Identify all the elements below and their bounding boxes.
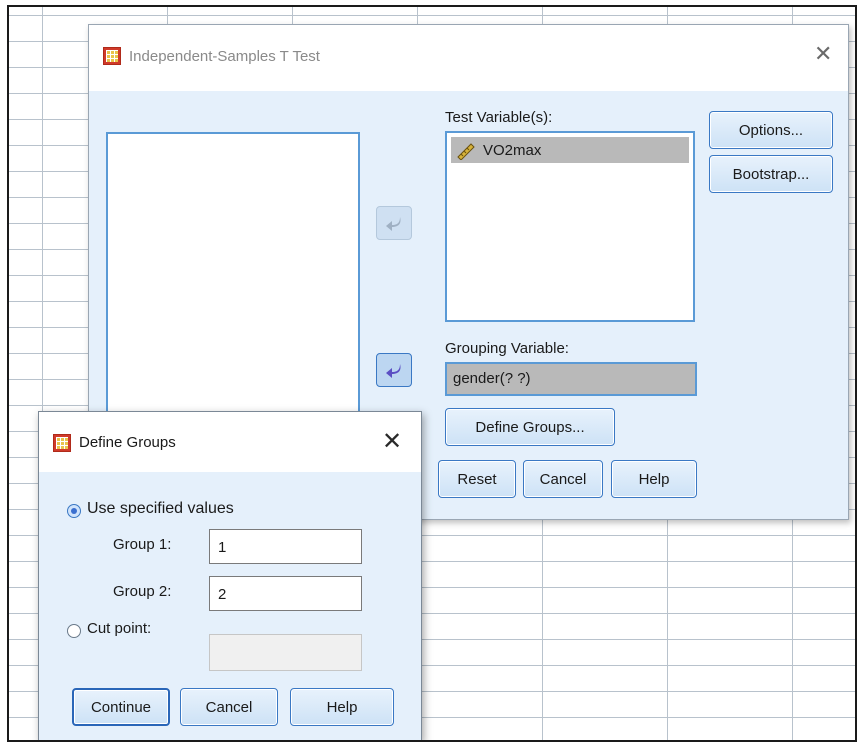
spss-dialog-icon (103, 47, 121, 65)
grouping-variable-field[interactable]: gender(? ?) (445, 362, 697, 396)
cut-point-label: Cut point: (87, 620, 152, 637)
dialog-titlebar: Independent-Samples T Test ✕ (89, 25, 848, 91)
dialog-titlebar: Define Groups ✕ (39, 412, 421, 472)
help-button-label: Help (638, 470, 670, 488)
grouping-variable-value: gender(? ?) (453, 370, 531, 387)
help-button[interactable]: Help (611, 460, 697, 498)
options-button-label: Options... (738, 121, 804, 139)
test-variables-list[interactable]: VO2max (445, 131, 695, 322)
cancel-button[interactable]: Cancel (180, 688, 278, 726)
cut-point-field[interactable] (209, 634, 362, 671)
grouping-variable-label: Grouping Variable: (445, 340, 569, 357)
arrow-right-icon (386, 364, 401, 378)
screenshot-frame: Independent-Samples T Test ✕ Test Variab… (7, 5, 857, 742)
continue-button[interactable]: Continue (72, 688, 170, 726)
list-item[interactable]: VO2max (451, 137, 689, 163)
continue-button-label: Continue (90, 698, 152, 716)
arrow-right-icon (386, 217, 401, 231)
bootstrap-button-label: Bootstrap... (732, 165, 810, 183)
define-groups-dialog: Define Groups ✕ Use specified values Gro… (38, 411, 422, 740)
reset-button[interactable]: Reset (438, 460, 516, 498)
cancel-button-label: Cancel (205, 698, 253, 716)
dialog-title: Define Groups (79, 434, 176, 451)
use-specified-values-radio[interactable] (67, 504, 81, 518)
group2-field[interactable]: 2 (209, 576, 362, 611)
move-to-grouping-variable-button[interactable] (376, 353, 412, 387)
group2-label: Group 2: (113, 583, 172, 600)
spss-dialog-icon (53, 434, 71, 452)
test-variable-name: VO2max (483, 141, 542, 159)
define-groups-button[interactable]: Define Groups... (445, 408, 615, 446)
reset-button-label: Reset (457, 470, 497, 488)
use-specified-values-label: Use specified values (87, 500, 234, 517)
help-button-label: Help (326, 698, 358, 716)
dialog-title: Independent-Samples T Test (129, 48, 320, 65)
group1-label: Group 1: (113, 536, 172, 553)
group2-value: 2 (218, 586, 227, 603)
group1-field[interactable]: 1 (209, 529, 362, 564)
cut-point-radio[interactable] (67, 624, 81, 638)
options-button[interactable]: Options... (709, 111, 833, 149)
cancel-button-label: Cancel (539, 470, 587, 488)
move-to-test-variables-button[interactable] (376, 206, 412, 240)
close-icon[interactable]: ✕ (814, 42, 832, 67)
help-button[interactable]: Help (290, 688, 394, 726)
cancel-button[interactable]: Cancel (523, 460, 603, 498)
define-groups-button-label: Define Groups... (475, 418, 585, 436)
close-icon[interactable]: ✕ (382, 427, 402, 455)
bootstrap-button[interactable]: Bootstrap... (709, 155, 833, 193)
group1-value: 1 (218, 539, 227, 556)
test-variables-label: Test Variable(s): (445, 109, 553, 126)
source-variable-list[interactable] (106, 132, 360, 442)
ruler-scale-icon (457, 143, 475, 160)
